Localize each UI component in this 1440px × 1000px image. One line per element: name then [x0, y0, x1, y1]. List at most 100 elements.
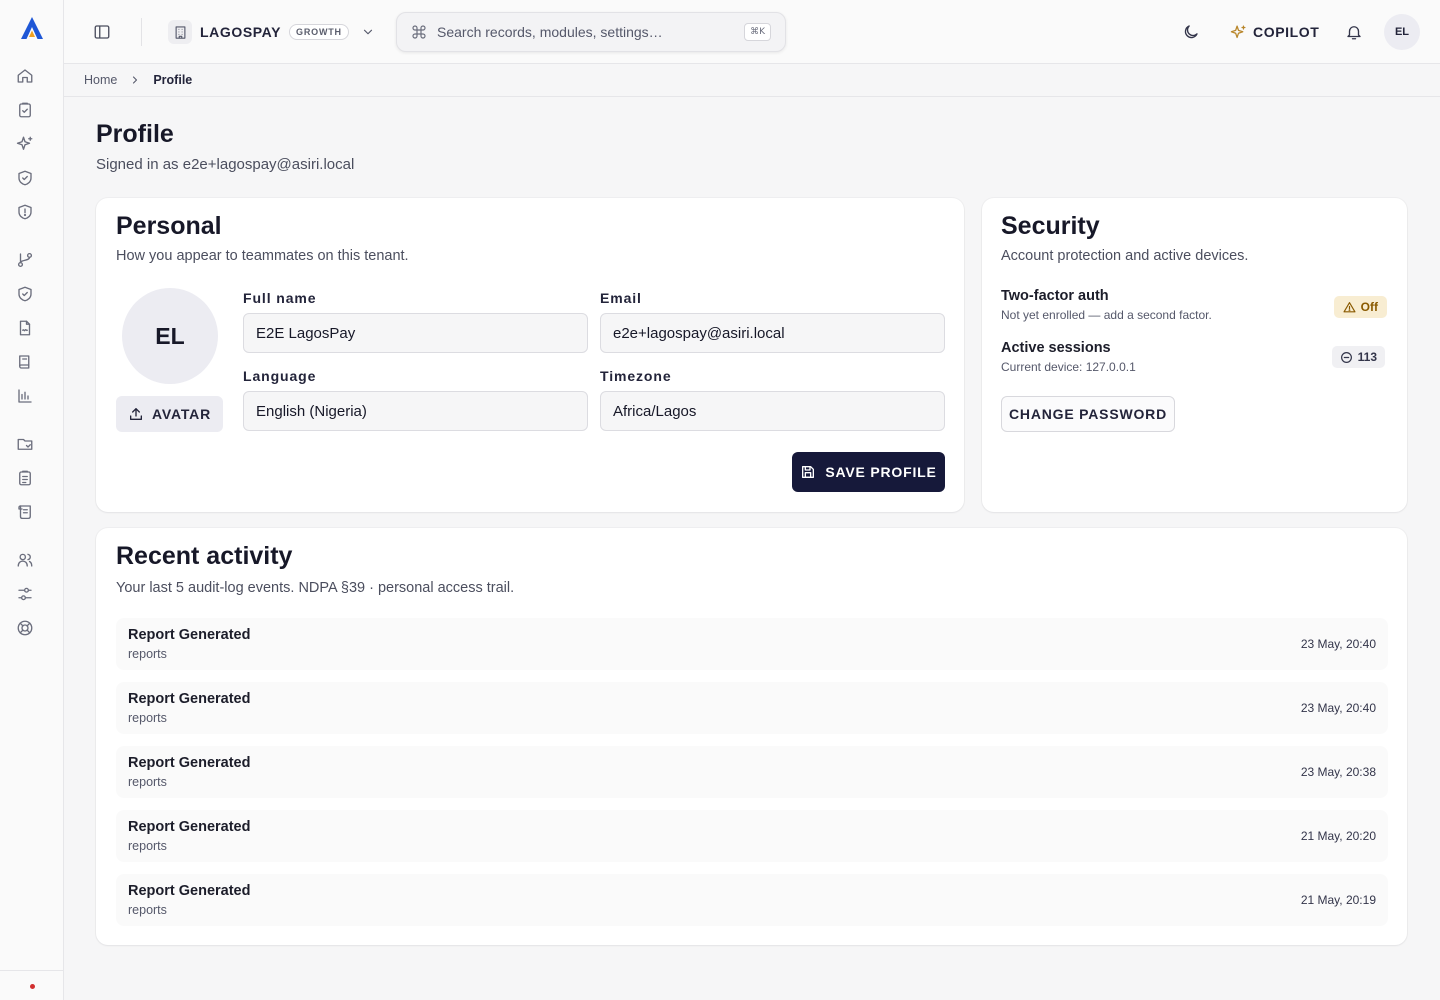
- full-name-label: Full name: [243, 290, 317, 306]
- activity-time: 21 May, 20:20: [1300, 829, 1376, 843]
- activity-event: Report Generated: [128, 691, 251, 707]
- two-factor-status-badge: Off: [1333, 296, 1387, 318]
- book-icon[interactable]: [16, 353, 34, 371]
- sessions-count-badge: 113: [1331, 346, 1385, 368]
- save-profile-label: SAVE PROFILE: [825, 464, 937, 480]
- brand-logo-icon[interactable]: [19, 16, 45, 40]
- timezone-field[interactable]: Africa/Lagos: [600, 391, 945, 431]
- search-placeholder: Search records, modules, settings…: [437, 24, 663, 40]
- shield-check-icon[interactable]: [16, 285, 34, 303]
- search-shortcut: ⌘K: [744, 23, 771, 41]
- sparkles-icon: [1230, 24, 1247, 41]
- activity-event: Report Generated: [128, 755, 251, 771]
- profile-avatar: EL: [122, 288, 218, 384]
- chevron-down-icon: [361, 25, 375, 39]
- shield-check-icon[interactable]: [16, 169, 34, 187]
- activity-event: Report Generated: [128, 627, 251, 643]
- sidebar-toggle-icon[interactable]: [93, 23, 111, 41]
- personal-description: How you appear to teammates on this tena…: [116, 248, 409, 264]
- upload-avatar-button[interactable]: AVATAR: [116, 396, 223, 432]
- activity-event: Report Generated: [128, 819, 251, 835]
- email-field[interactable]: e2e+lagospay@asiri.local: [600, 313, 945, 353]
- activity-description: Your last 5 audit-log events. NDPA §39 ·…: [116, 580, 515, 596]
- activity-row[interactable]: Report Generated reports 23 May, 20:40: [116, 618, 1388, 670]
- breadcrumb-current: Profile: [153, 73, 193, 87]
- activity-module: reports: [128, 839, 167, 853]
- email-label: Email: [600, 290, 642, 306]
- activity-time: 23 May, 20:40: [1300, 701, 1376, 715]
- sessions-title: Active sessions: [1001, 340, 1111, 356]
- user-avatar[interactable]: EL: [1384, 14, 1420, 50]
- warning-icon: [1343, 301, 1356, 314]
- git-branch-icon[interactable]: [16, 251, 34, 269]
- activity-time: 21 May, 20:19: [1300, 893, 1376, 907]
- activity-module: reports: [128, 647, 167, 661]
- bell-icon[interactable]: [1345, 23, 1363, 41]
- page-title: Profile: [96, 120, 174, 148]
- home-icon[interactable]: [16, 67, 34, 85]
- two-factor-subtitle: Not yet enrolled — add a second factor.: [1001, 308, 1212, 322]
- activity-module: reports: [128, 711, 167, 725]
- activity-row[interactable]: Report Generated reports 21 May, 20:19: [116, 874, 1388, 926]
- top-bar: LAGOSPAY GROWTH Search records, modules,…: [64, 0, 1440, 64]
- building-icon: [168, 20, 192, 44]
- activity-row[interactable]: Report Generated reports 21 May, 20:20: [116, 810, 1388, 862]
- save-icon: [800, 464, 816, 480]
- save-profile-button[interactable]: SAVE PROFILE: [792, 452, 945, 492]
- activity-title: Recent activity: [116, 542, 293, 570]
- chevron-right-icon: [129, 74, 141, 86]
- plan-badge: GROWTH: [289, 24, 349, 40]
- moon-icon[interactable]: [1182, 23, 1200, 41]
- clipboard-list-icon[interactable]: [16, 469, 34, 487]
- copilot-button[interactable]: COPILOT: [1230, 20, 1319, 44]
- activity-row[interactable]: Report Generated reports 23 May, 20:40: [116, 682, 1388, 734]
- minus-circle-icon: [1340, 351, 1353, 364]
- tenant-switcher[interactable]: LAGOSPAY GROWTH: [168, 18, 375, 46]
- left-rail: [0, 0, 64, 1000]
- language-field[interactable]: English (Nigeria): [243, 391, 588, 431]
- language-label: Language: [243, 368, 317, 384]
- tenant-name: LAGOSPAY: [200, 24, 282, 40]
- timezone-label: Timezone: [600, 368, 672, 384]
- sessions-count: 113: [1357, 350, 1377, 364]
- activity-list: Report Generated reports 23 May, 20:40 R…: [116, 618, 1388, 938]
- sliders-icon[interactable]: [16, 585, 34, 603]
- breadcrumb: Home Profile: [64, 64, 1440, 97]
- security-card: Security Account protection and active d…: [982, 198, 1407, 512]
- global-search-input[interactable]: Search records, modules, settings… ⌘K: [396, 12, 786, 52]
- activity-time: 23 May, 20:40: [1300, 637, 1376, 651]
- two-factor-status-label: Off: [1360, 300, 1378, 314]
- clipboard-check-icon[interactable]: [16, 101, 34, 119]
- personal-card: Personal How you appear to teammates on …: [96, 198, 964, 512]
- rail-footer: [0, 970, 64, 1000]
- full-name-field[interactable]: E2E LagosPay: [243, 313, 588, 353]
- sessions-subtitle: Current device: 127.0.0.1: [1001, 360, 1136, 374]
- lifebuoy-icon[interactable]: [16, 619, 34, 637]
- security-description: Account protection and active devices.: [1001, 248, 1249, 264]
- bar-chart-icon[interactable]: [16, 387, 34, 405]
- security-title: Security: [1001, 212, 1100, 240]
- command-icon: [411, 24, 427, 40]
- scroll-icon[interactable]: [16, 503, 34, 521]
- topbar-divider: [141, 18, 142, 46]
- activity-module: reports: [128, 775, 167, 789]
- file-signature-icon[interactable]: [16, 319, 34, 337]
- activity-time: 23 May, 20:38: [1300, 765, 1376, 779]
- sparkles-icon[interactable]: [16, 135, 34, 153]
- shield-icon[interactable]: [16, 203, 34, 221]
- activity-module: reports: [128, 903, 167, 917]
- two-factor-title: Two-factor auth: [1001, 288, 1109, 304]
- change-password-button[interactable]: CHANGE PASSWORD: [1001, 396, 1175, 432]
- folder-icon[interactable]: [16, 435, 34, 453]
- page-subtitle: Signed in as e2e+lagospay@asiri.local: [96, 156, 355, 173]
- users-icon[interactable]: [16, 551, 34, 569]
- personal-title: Personal: [116, 212, 222, 240]
- recent-activity-card: Recent activity Your last 5 audit-log ev…: [96, 528, 1407, 945]
- activity-event: Report Generated: [128, 883, 251, 899]
- upload-icon: [128, 406, 144, 422]
- activity-row[interactable]: Report Generated reports 23 May, 20:38: [116, 746, 1388, 798]
- copilot-label: COPILOT: [1253, 24, 1320, 40]
- breadcrumb-home[interactable]: Home: [84, 73, 117, 87]
- status-dot: [30, 984, 35, 989]
- upload-avatar-label: AVATAR: [152, 406, 211, 422]
